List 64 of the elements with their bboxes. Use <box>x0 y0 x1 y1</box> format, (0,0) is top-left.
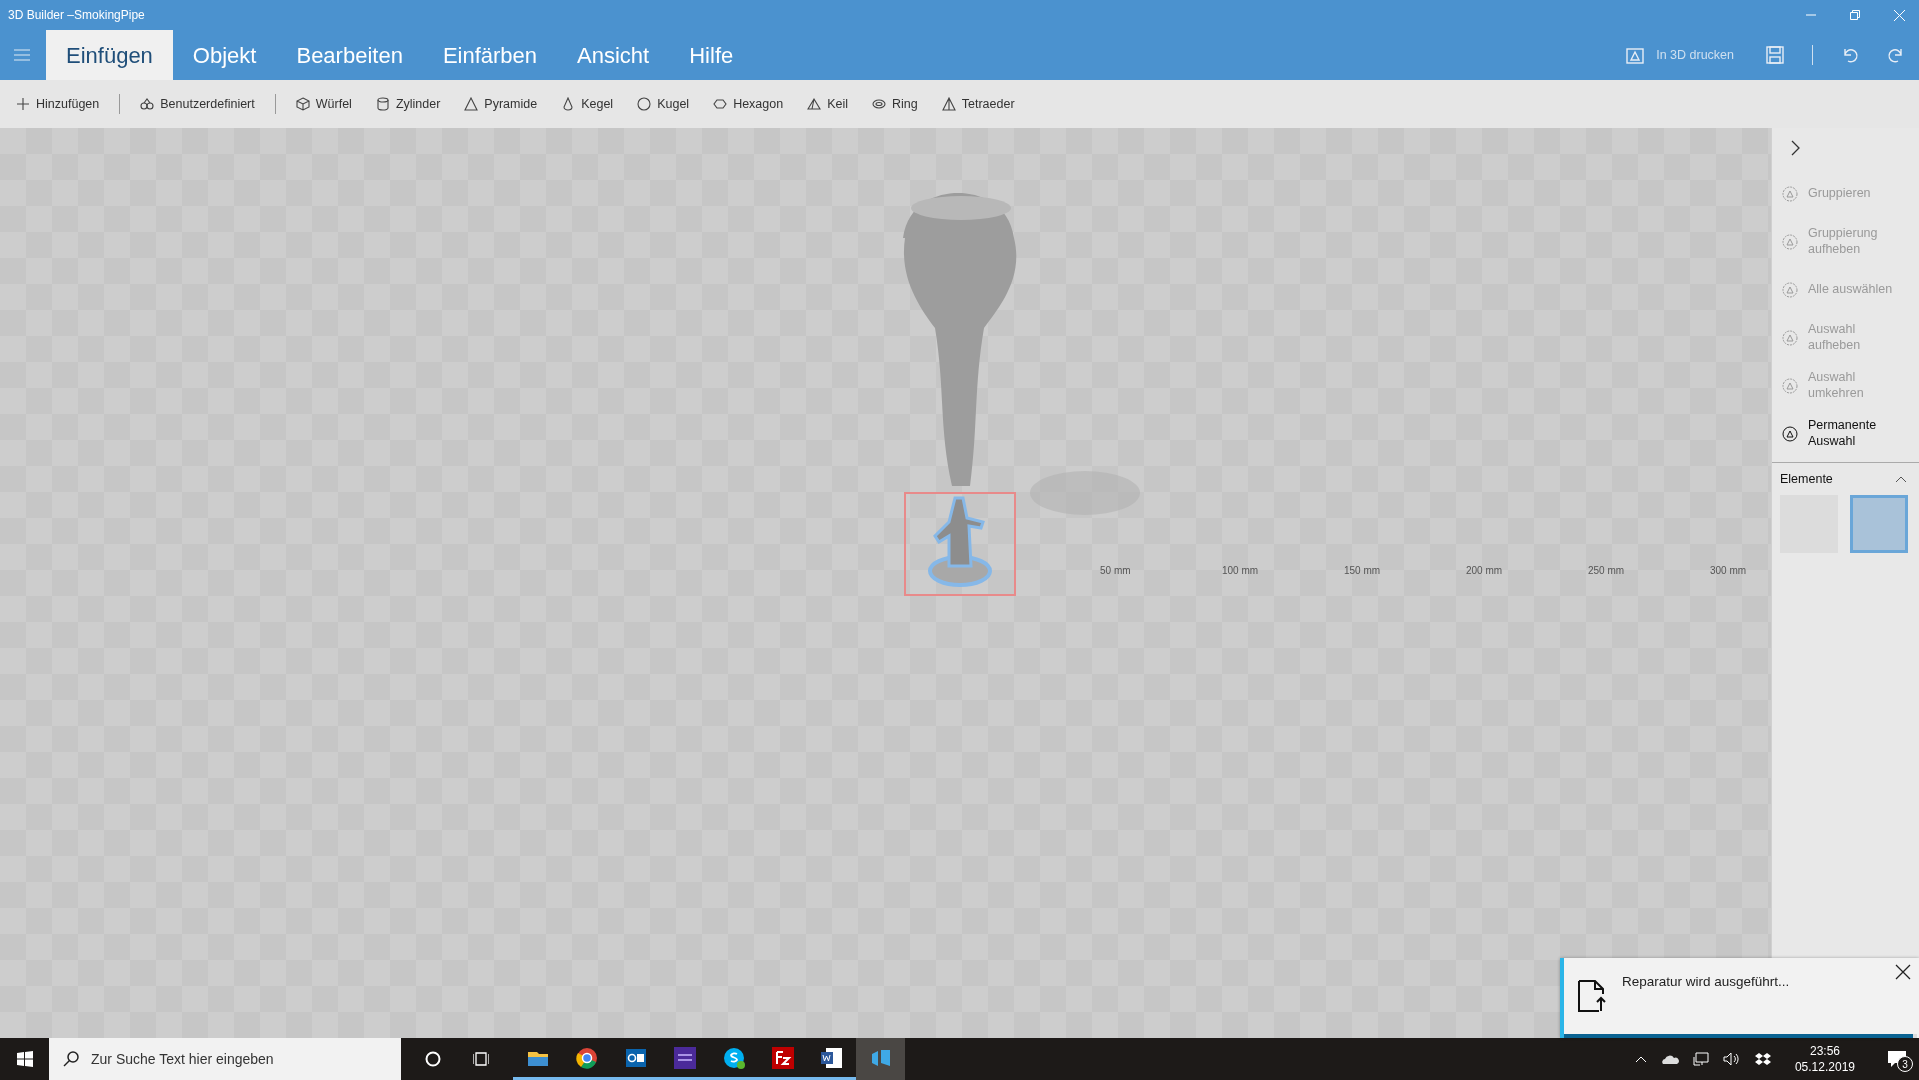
action-icon <box>1782 330 1798 346</box>
transfer-icon <box>770 1045 795 1070</box>
ruler-label: 50 mm <box>1100 565 1131 576</box>
toolbar-button[interactable]: Würfel <box>283 94 364 114</box>
chat-icon <box>721 1045 746 1070</box>
action-icon <box>1782 378 1798 394</box>
cylinder-icon <box>375 97 390 111</box>
cloud-icon[interactable] <box>1660 1054 1679 1064</box>
toolbar-button[interactable]: Hinzufügen <box>4 94 112 114</box>
undo-icon[interactable] <box>1841 46 1859 64</box>
toolbar-button[interactable]: Tetraeder <box>929 94 1027 114</box>
action-icon <box>1782 186 1798 202</box>
toolbar-button[interactable]: Kugel <box>625 94 702 114</box>
browser-icon <box>574 1045 599 1070</box>
tetrahedron-icon <box>941 97 956 111</box>
toolbar-button[interactable]: Keil <box>795 94 860 114</box>
save-icon[interactable] <box>1766 46 1784 64</box>
document-upload-icon <box>1578 980 1606 1012</box>
ruler-label: 150 mm <box>1344 565 1381 576</box>
toolbar-button[interactable]: Benutzerdefiniert <box>128 94 267 114</box>
printer-icon[interactable] <box>1626 46 1647 64</box>
ruler-label: 250 mm <box>1588 565 1625 576</box>
music-icon <box>672 1045 697 1070</box>
network-icon[interactable] <box>1692 1052 1709 1066</box>
ruler-label: 200 mm <box>1466 565 1503 576</box>
chevron-right-icon[interactable] <box>1791 140 1801 156</box>
clock-date[interactable]: 05.12.2019 <box>1794 1059 1855 1076</box>
redo-icon[interactable] <box>1887 46 1905 64</box>
ruler-label: 100 mm <box>1222 565 1259 576</box>
action-icon <box>1782 234 1798 250</box>
ring-icon <box>872 97 886 111</box>
document-icon <box>819 1045 844 1070</box>
action-icon <box>1782 282 1798 298</box>
window-title: 3D Builder –SmokingPipe <box>8 7 145 24</box>
hexagon-icon <box>713 97 728 111</box>
ruler-label: 300 mm <box>1710 565 1747 576</box>
clock-time[interactable]: 23:56 <box>1809 1042 1840 1059</box>
start-icon[interactable] <box>17 1051 33 1067</box>
toolbar-button[interactable]: Zylinder <box>363 94 453 114</box>
toolbar-button[interactable]: Hexagon <box>701 94 796 114</box>
restore-icon[interactable] <box>1850 10 1860 20</box>
cube-icon <box>295 97 310 111</box>
section-title: Elemente <box>1780 470 1833 488</box>
plus-icon <box>16 97 30 111</box>
element-thumbnail[interactable] <box>1850 495 1908 553</box>
notification-count: 3 <box>1897 1056 1913 1073</box>
cortana-icon[interactable] <box>425 1051 441 1067</box>
toolbar-button[interactable]: Ring <box>860 94 930 114</box>
action-icon <box>1782 426 1798 442</box>
panel-action-button[interactable]: Permanente Auswahl <box>1772 410 1919 458</box>
speaker-icon[interactable] <box>1722 1052 1741 1066</box>
pyramid-icon <box>464 97 479 111</box>
close-icon[interactable] <box>1895 964 1911 980</box>
notification-message: Reparatur wird ausgeführt... <box>1622 973 1790 991</box>
task-view-icon[interactable] <box>473 1051 489 1067</box>
wedge-icon <box>807 97 822 111</box>
box-stack-icon[interactable] <box>1754 1052 1771 1066</box>
toolbar-button[interactable]: Pyramide <box>452 94 550 114</box>
sphere-icon <box>637 97 652 111</box>
ribbon-tab[interactable]: Einfügen <box>46 30 173 80</box>
search-field[interactable]: Zur Suche Text hier eingeben <box>49 1038 401 1080</box>
cone-icon <box>561 97 576 111</box>
chevron-up-icon[interactable] <box>1895 475 1907 483</box>
toolbar-button[interactable]: Kegel <box>549 94 626 114</box>
